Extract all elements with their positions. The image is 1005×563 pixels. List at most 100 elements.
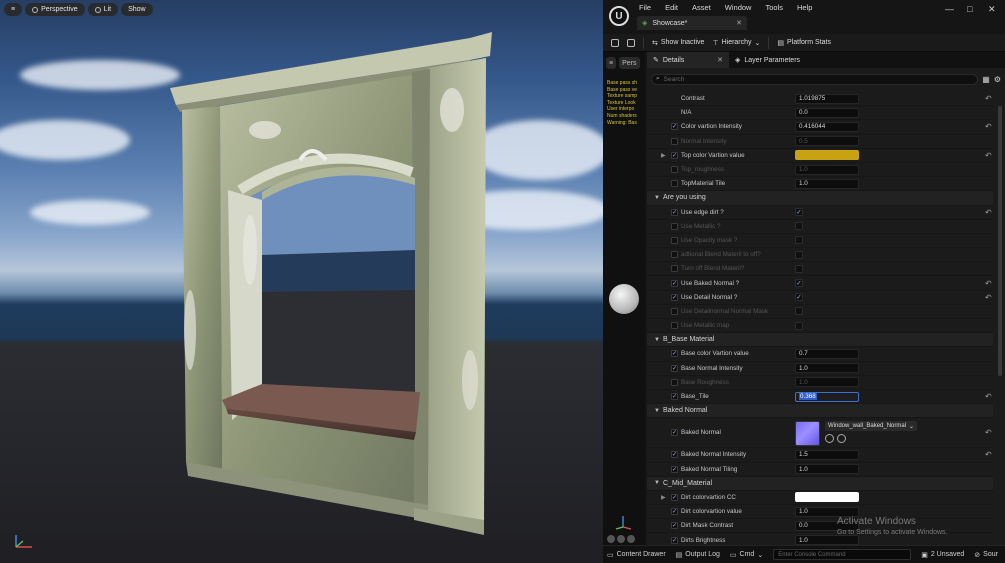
param-bool-checkbox[interactable] [795, 321, 803, 330]
override-checkbox[interactable] [671, 137, 678, 145]
content-drawer-button[interactable]: ▭ Content Drawer [607, 551, 666, 559]
param-row-top-roughness[interactable]: Top_roughness 1.0 [647, 163, 993, 178]
reset-to-default-icon[interactable]: ↶ [985, 151, 992, 160]
param-row-use-opacity-mask[interactable]: Use Opacity mask ? [647, 234, 993, 249]
override-checkbox[interactable] [671, 222, 678, 230]
collapse-arrow-icon[interactable]: ▼ [654, 337, 660, 343]
cmd-dropdown[interactable]: ▭ Cmd ⌄ [730, 551, 763, 559]
param-row-color-vartion-intensity[interactable]: ✓ Color vartion Intensity 0.416044 ↶ [647, 120, 993, 135]
output-log-button[interactable]: ▤ Output Log [676, 551, 720, 559]
param-row-topmaterial-tile[interactable]: TopMaterial Tile 1.0 [647, 177, 993, 192]
param-row-use-baked-normal[interactable]: ✓ Use Baked Normal ? ✓ ↶ [647, 276, 993, 291]
param-bool-checkbox[interactable] [795, 307, 803, 316]
param-row-top-color-vartion-value[interactable]: ▶ ✓ Top color Vartion value ↶ [647, 149, 993, 163]
menu-edit[interactable]: Edit [665, 3, 678, 12]
override-checkbox[interactable] [671, 307, 678, 315]
param-value-field[interactable]: 1.5 [795, 449, 859, 460]
override-checkbox[interactable] [671, 166, 678, 174]
override-checkbox[interactable]: ✓ [671, 364, 678, 372]
param-value-field[interactable]: 0.0 [795, 107, 859, 118]
param-value-field[interactable]: 0.5 [795, 136, 859, 147]
plane-mesh-icon[interactable] [627, 535, 635, 543]
param-value-field[interactable]: 1.0 [795, 464, 859, 475]
lit-button[interactable]: Lit [87, 3, 119, 16]
param-row-base-normal-intensity[interactable]: ✓ Base Normal Intensity 1.0 [647, 362, 993, 376]
browse-button[interactable] [627, 38, 635, 47]
param-row-n-a[interactable]: N/A 0.0 [647, 106, 993, 121]
param-row-turn-off-blend-materil[interactable]: Turn off Blend Materil? [647, 262, 993, 277]
reset-to-default-icon[interactable]: ↶ [985, 279, 992, 288]
collapse-arrow-icon[interactable]: ▼ [654, 195, 660, 201]
param-row-dirt-colorvartion-cc[interactable]: ▶ ✓ Dirt colorvartion CC [647, 491, 993, 506]
reset-to-default-icon[interactable]: ↶ [985, 428, 992, 437]
collapse-arrow-icon[interactable]: ▼ [654, 408, 660, 414]
override-checkbox[interactable]: ✓ [671, 508, 678, 516]
param-bool-checkbox[interactable]: ✓ [795, 208, 803, 217]
param-row-use-detailnormal-normal-mask[interactable]: Use Detailnormal Normal Mask [647, 305, 993, 319]
view-options-icon[interactable]: ▦ [982, 75, 990, 84]
category-b-base-material[interactable]: ▼ B_Base Material [647, 333, 993, 348]
override-checkbox[interactable] [671, 265, 678, 273]
reset-to-default-icon[interactable]: ↶ [985, 450, 992, 459]
override-checkbox[interactable]: ✓ [671, 123, 678, 131]
override-checkbox[interactable]: ✓ [671, 465, 678, 473]
param-value-field[interactable]: 0.7 [795, 348, 859, 359]
param-value-field[interactable]: 1.0 [795, 377, 859, 388]
override-checkbox[interactable] [671, 322, 678, 330]
expand-arrow-icon[interactable]: ▶ [661, 494, 666, 501]
perspective-button[interactable]: Perspective [25, 3, 85, 16]
preview-menu-button[interactable]: ≡ [606, 57, 617, 69]
show-inactive-button[interactable]: ⇆ Show Inactive [652, 39, 704, 47]
minimize-icon[interactable]: — [945, 4, 954, 14]
use-selected-icon[interactable] [825, 434, 834, 444]
close-tab-icon[interactable]: ✕ [736, 19, 742, 27]
param-bool-checkbox[interactable] [795, 250, 803, 259]
search-input[interactable]: ⌕ Search [651, 73, 979, 85]
param-row-use-detail-normal[interactable]: ✓ Use Detail Normal ? ✓ ↶ [647, 291, 993, 305]
console-input[interactable]: Enter Console Command [773, 549, 912, 560]
param-bool-checkbox[interactable] [795, 264, 803, 273]
level-viewport[interactable]: ≡ Perspective Lit Show [0, 0, 603, 563]
sphere-mesh-icon[interactable] [617, 535, 625, 543]
param-row-base-roughness[interactable]: Base Roughness 1.0 [647, 376, 993, 390]
maximize-icon[interactable]: □ [967, 4, 972, 14]
hierarchy-button[interactable]: ⊤ Hierarchy ⌄ [712, 39, 760, 47]
override-checkbox[interactable]: ✓ [671, 393, 678, 401]
param-value-field[interactable]: 1.0 [795, 535, 859, 546]
menu-asset[interactable]: Asset [692, 3, 711, 12]
override-checkbox[interactable]: ✓ [671, 293, 678, 301]
param-value-field[interactable]: 1.019875 [795, 93, 859, 104]
param-row-use-metallic-map[interactable]: Use Metallic map [647, 319, 993, 334]
param-row-baked-normal-tiling[interactable]: ✓ Baked Normal Tiling 1.0 [647, 463, 993, 477]
override-checkbox[interactable] [671, 378, 678, 386]
param-row-normal-intensity[interactable]: Normal Intensity 0.5 [647, 135, 993, 149]
override-checkbox[interactable]: ✓ [671, 279, 678, 287]
param-value-field[interactable]: 1.0 [795, 164, 859, 175]
override-checkbox[interactable] [671, 251, 678, 259]
window-wall-mesh[interactable] [0, 0, 603, 563]
override-checkbox[interactable]: ✓ [671, 493, 678, 501]
param-value-field[interactable]: 1.0 [795, 363, 859, 374]
reset-to-default-icon[interactable]: ↶ [985, 293, 992, 302]
param-row-base-color-vartion-value[interactable]: ✓ Base color Vartion value 0.7 [647, 347, 993, 362]
category-c-mid-material[interactable]: ▼ C_Mid_Material [647, 476, 993, 491]
override-checkbox[interactable]: ✓ [671, 350, 678, 358]
param-row-adtional-blend-materil-to-off[interactable]: adtional Blend Materil to off? [647, 248, 993, 263]
asset-tab[interactable]: ◈ Showcase* ✕ [637, 16, 747, 30]
texture-picker[interactable]: Window_wall_Baked_Normal ⌄ [825, 421, 917, 432]
reset-to-default-icon[interactable]: ↶ [985, 208, 992, 217]
gear-icon[interactable]: ⚙ [994, 75, 1001, 84]
source-control-button[interactable]: ⊘ Sour [974, 551, 998, 559]
platform-stats-button[interactable]: ▤ Platform Stats [777, 39, 831, 47]
viewport-menu-button[interactable]: ≡ [4, 3, 23, 16]
reset-to-default-icon[interactable]: ↶ [985, 392, 992, 401]
save-button[interactable] [611, 38, 619, 47]
close-window-icon[interactable]: ✕ [988, 4, 996, 15]
override-checkbox[interactable]: ✓ [671, 429, 678, 437]
param-value-field[interactable]: 0.368 [795, 391, 859, 402]
browse-asset-icon[interactable] [837, 434, 846, 444]
override-checkbox[interactable]: ✓ [671, 536, 678, 544]
preview-viewport[interactable]: ≡ Pers Base pass sh Base pass ve Texture… [603, 52, 645, 545]
cylinder-mesh-icon[interactable] [607, 535, 615, 543]
menu-help[interactable]: Help [797, 3, 812, 12]
